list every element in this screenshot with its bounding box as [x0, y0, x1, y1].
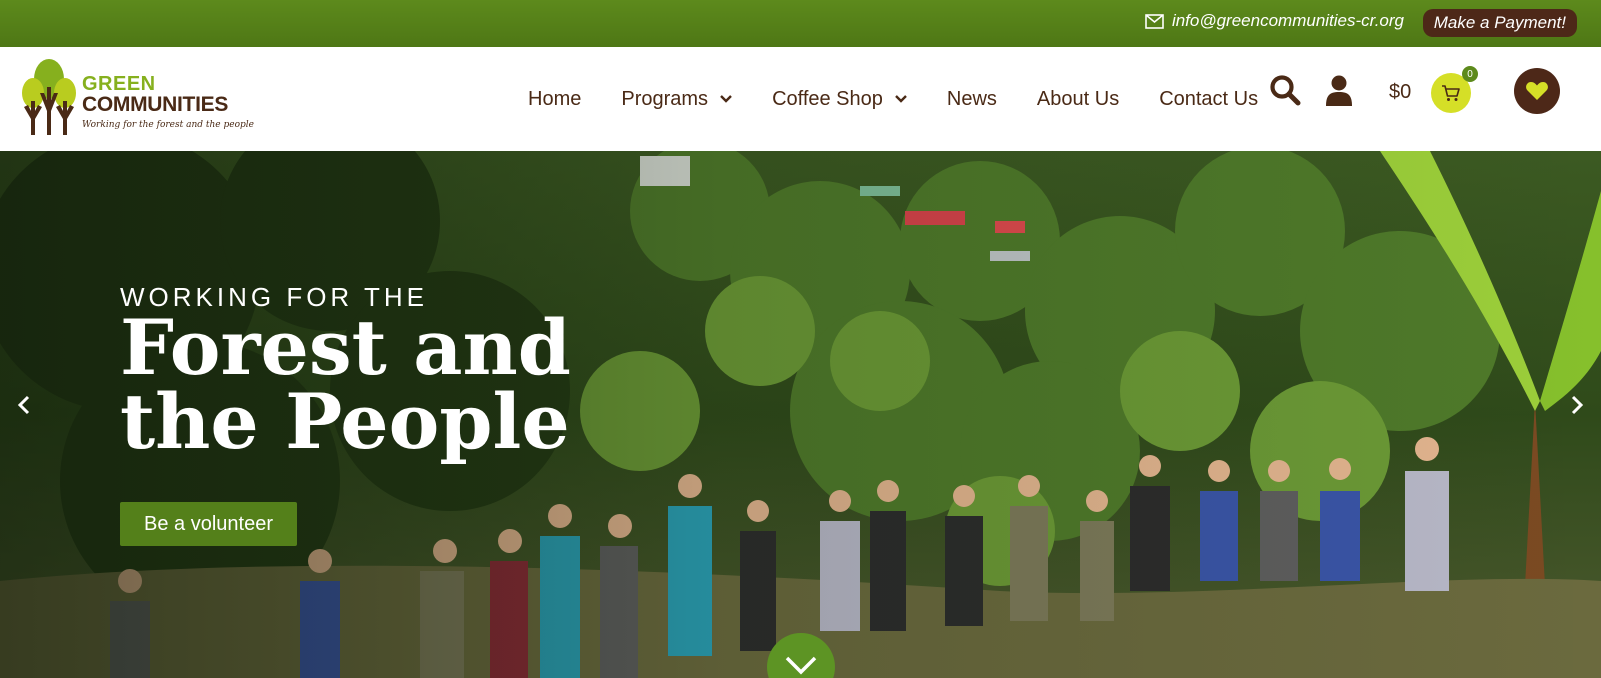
- chevron-left-icon[interactable]: [12, 391, 36, 419]
- nav-about-us-label: About Us: [1036, 87, 1120, 110]
- wishlist-button[interactable]: [1514, 68, 1560, 114]
- be-a-volunteer-button[interactable]: Be a volunteer: [120, 502, 297, 546]
- user-icon[interactable]: [1325, 75, 1353, 106]
- tree-people-logo-icon: [22, 59, 76, 135]
- nav-about-us[interactable]: About Us: [1037, 88, 1119, 111]
- logo-word-communities: COMMUNITIES: [82, 93, 229, 116]
- nav-programs[interactable]: Programs: [621, 88, 732, 111]
- chevron-down-icon: [720, 95, 732, 103]
- hero-headline: Forest and the People: [120, 303, 640, 466]
- email-text: info@greencommunities-cr.org: [1171, 11, 1404, 30]
- chevron-down-icon: [785, 656, 817, 675]
- top-bar: info@greencommunities-cr.org Make a Paym…: [0, 0, 1601, 47]
- nav-coffee-shop-label: Coffee Shop: [772, 87, 883, 110]
- email-link[interactable]: info@greencommunities-cr.org: [1145, 11, 1404, 31]
- hero-headline-line-1: Forest and: [120, 303, 571, 392]
- chevron-down-icon: [895, 95, 907, 103]
- nav-news[interactable]: News: [947, 88, 997, 111]
- nav-contact-us[interactable]: Contact Us: [1159, 88, 1258, 111]
- logo-tagline: Working for the forest and the people: [82, 120, 254, 130]
- nav-home[interactable]: Home: [528, 88, 581, 111]
- cart-total[interactable]: $0: [1389, 81, 1411, 104]
- logo-word-green: GREEN: [82, 73, 156, 95]
- search-icon[interactable]: [1269, 74, 1301, 106]
- cart-count-badge: 0: [1462, 66, 1478, 82]
- logo[interactable]: GREEN COMMUNITIES Working for the forest…: [20, 57, 254, 137]
- hero-headline-line-2: the People: [120, 377, 570, 466]
- nav-coffee-shop[interactable]: Coffee Shop: [772, 88, 907, 111]
- main-nav: Home Programs Coffee Shop News About Us …: [528, 47, 1258, 151]
- make-payment-button[interactable]: Make a Payment!: [1422, 9, 1577, 37]
- nav-programs-label: Programs: [621, 87, 709, 110]
- cart-icon: [1442, 85, 1460, 101]
- heart-icon: [1526, 82, 1548, 100]
- nav-home-label: Home: [528, 87, 582, 110]
- hero-slider: WORKING FOR THE Forest and the People Be…: [0, 151, 1601, 678]
- site-header: GREEN COMMUNITIES Working for the forest…: [0, 47, 1601, 151]
- chevron-right-icon[interactable]: [1565, 391, 1589, 419]
- nav-contact-us-label: Contact Us: [1159, 87, 1259, 110]
- nav-news-label: News: [946, 87, 997, 110]
- envelope-icon: [1145, 13, 1164, 29]
